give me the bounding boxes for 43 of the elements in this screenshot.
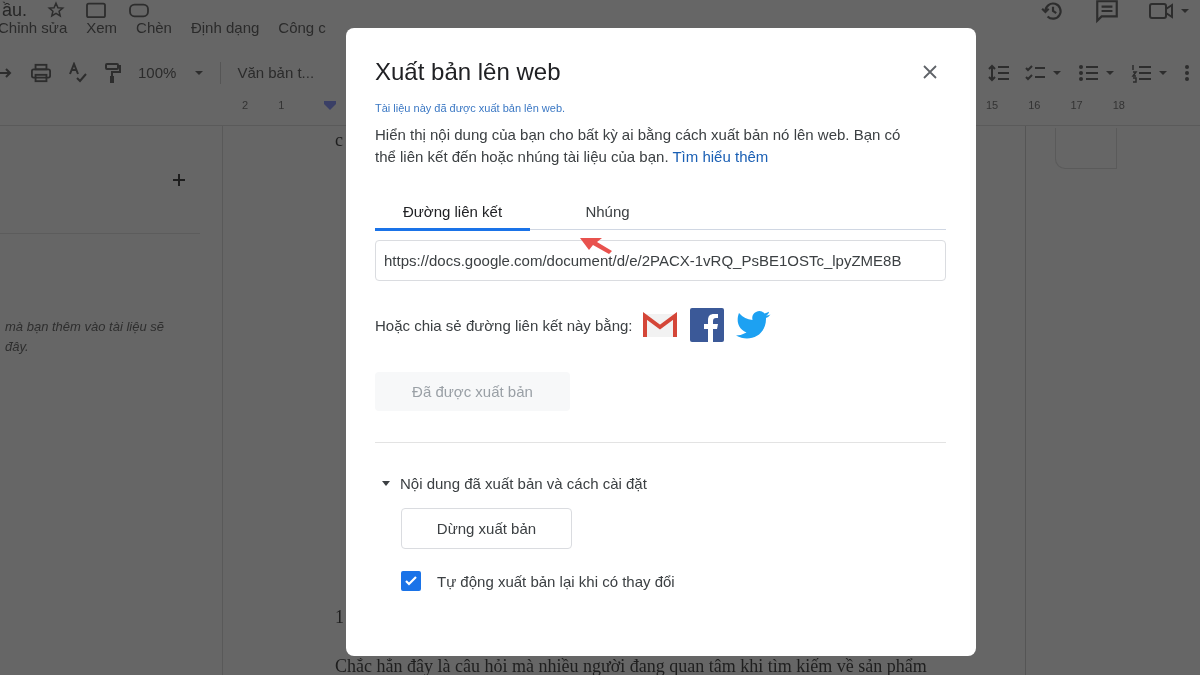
learn-more-link[interactable]: Tìm hiểu thêm: [672, 148, 769, 165]
caret-icon: [194, 69, 205, 76]
facebook-icon[interactable]: [689, 308, 724, 342]
print-icon[interactable]: [30, 62, 52, 83]
checklist-icon[interactable]: [1025, 62, 1063, 83]
tab[interactable]: Đường liên kết: [375, 195, 530, 231]
url-field[interactable]: https://docs.google.com/document/d/e/2PACX-1vRQ_PsBE1OSTc_lpyZME8B: [375, 240, 946, 281]
numbered-list-icon[interactable]: [1131, 62, 1169, 83]
heading-number: 1: [335, 607, 344, 628]
checkbox[interactable]: [401, 571, 421, 591]
bird-icon[interactable]: [735, 310, 772, 340]
outline-hint: đây.: [5, 338, 30, 356]
share-label: Hoặc chia sẻ đường liên kết này bằng:: [375, 316, 633, 334]
document-title[interactable]: ầu.: [2, 0, 28, 21]
menu-item[interactable]: Chèn: [136, 19, 172, 36]
close-icon[interactable]: [923, 65, 937, 79]
paint-roller-icon[interactable]: [104, 61, 122, 84]
paragraph: Chắc hẳn đây là câu hỏi mà nhiều người đang quan tâm khi tìm kiếm về sản phẩm: [335, 657, 927, 675]
indent-marker-icon[interactable]: [324, 101, 337, 110]
add-icon[interactable]: [173, 173, 185, 186]
settings-section-toggle[interactable]: Nội dung đã xuất bản và cách cài đặt: [375, 475, 647, 492]
zoom-dropdown[interactable]: 100%: [138, 64, 205, 81]
stop-publishing-button[interactable]: Dừng xuất bản: [401, 508, 572, 549]
outline-hint: mà bạn thêm vào tài liệu sẽ: [5, 318, 165, 336]
pointer-arrow: [578, 236, 614, 254]
status-text: Tài liệu này đã được xuất bản lên web.: [375, 102, 566, 114]
style-dropdown[interactable]: Văn bản t...: [237, 64, 315, 81]
star-icon[interactable]: [47, 1, 66, 19]
description: Hiển thị nội dung của bạn cho bất kỳ ai bằng cách xuất bản nó lên web. Bạn có thể liên kết đến hoặc nhúng tài liệu của bạn. Tìm hiểu thêm: [375, 125, 902, 167]
tab[interactable]: Nhúng: [530, 195, 685, 231]
mail-icon[interactable]: [641, 311, 678, 339]
document-text: c: [335, 130, 343, 151]
menu-item[interactable]: Công c: [278, 19, 326, 36]
spellcheck-icon[interactable]: [68, 61, 88, 84]
line-spacing-icon[interactable]: [988, 62, 1010, 83]
caret-icon: [381, 480, 391, 487]
menu-item[interactable]: Xem: [86, 19, 118, 36]
more-icon[interactable]: [1184, 62, 1190, 83]
checkbox-label: Tự động xuất bản lại khi có thay đổi: [437, 572, 675, 590]
menu-item[interactable]: Định dạng: [190, 19, 260, 36]
dialog-title: Xuất bản lên web: [375, 58, 561, 86]
bulleted-list-icon[interactable]: [1078, 62, 1116, 83]
comment-icon[interactable]: [1094, 0, 1120, 24]
